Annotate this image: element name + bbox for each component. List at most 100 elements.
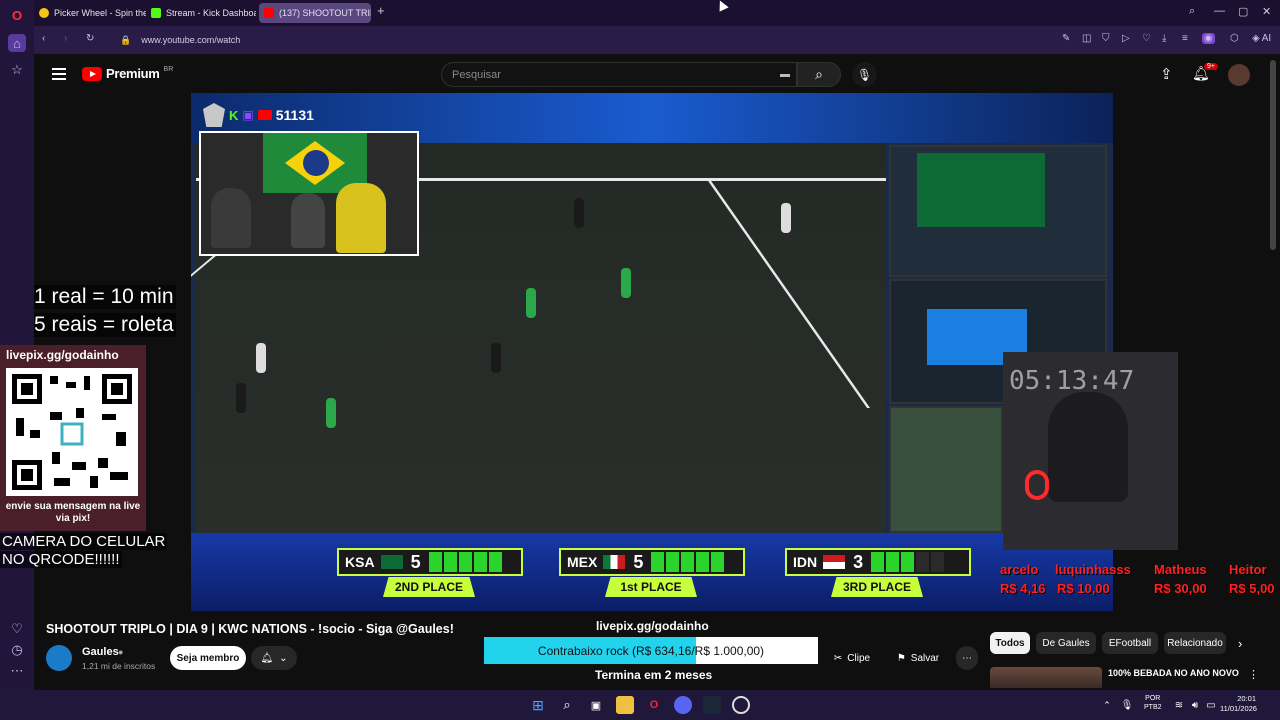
more-icon[interactable]: ⋯	[8, 662, 26, 680]
team-crest-icon	[203, 103, 225, 127]
play-icon[interactable]: ▷	[1122, 33, 1130, 44]
clip-button[interactable]: ✂ Clipe	[826, 646, 878, 670]
tray-chevron-icon[interactable]: ⌃	[1098, 696, 1116, 714]
clock-date: 11/01/2026	[1220, 704, 1257, 713]
tab-kick-dashboard[interactable]: Stream - Kick Dashboard	[146, 3, 256, 23]
maximize-button[interactable]: ▢	[1238, 5, 1248, 18]
clock[interactable]: 20:01 11/01/2026	[1220, 694, 1257, 714]
chip-de-gaules[interactable]: De Gaules	[1036, 632, 1096, 654]
bell-icon: 🔔︎	[260, 652, 274, 664]
language-indicator[interactable]: POR PTB2	[1144, 694, 1162, 712]
battery-icon[interactable]: ▭	[1202, 696, 1220, 714]
team-score: 5	[410, 551, 421, 572]
verified-icon: ●	[118, 647, 124, 657]
scissors-icon: ✂	[833, 652, 843, 664]
recommended-menu-icon[interactable]: ⋮	[1248, 668, 1259, 681]
windows-start-icon[interactable]: ⊞	[529, 696, 547, 714]
tab-youtube-active[interactable]: (137) SHOOTOUT TRIP	[259, 3, 371, 23]
voice-search-button[interactable]: 🎙	[852, 62, 877, 87]
upload-icon[interactable]: ⇪	[1160, 65, 1173, 83]
reload-icon[interactable]: ↻	[86, 33, 94, 44]
obs-icon[interactable]	[732, 696, 750, 714]
chip-all[interactable]: Todos	[990, 632, 1030, 654]
search-input[interactable]: Pesquisar ▬	[441, 62, 797, 87]
qr-code	[6, 368, 138, 496]
channel-name[interactable]: Gaules	[82, 646, 119, 658]
video-title: SHOOTOUT TRIPLO | DIA 9 | KWC NATIONS - …	[46, 622, 454, 636]
address-bar: ‹ › ↻ 🔒 www.youtube.com/watch ✎ ◫ ⛉ ▷ ♡ …	[34, 26, 1280, 54]
back-icon[interactable]: ‹	[42, 33, 45, 44]
extensions-icon[interactable]: ⬡	[1230, 33, 1239, 44]
profile-icon[interactable]: ◉	[1202, 33, 1215, 44]
star-icon[interactable]: ☆	[8, 61, 26, 79]
team-score: 3	[853, 551, 864, 572]
team-name: MEX	[567, 554, 598, 570]
recommended-thumbnail[interactable]	[990, 667, 1102, 688]
chip-relacionados[interactable]: Relacionado	[1164, 632, 1226, 654]
score-bar-segment	[901, 552, 915, 572]
streamer-camera: 05:13:47	[1003, 352, 1178, 550]
saudi-camera	[889, 145, 1107, 277]
chip-efootball[interactable]: EFootball	[1102, 632, 1158, 654]
heart-icon[interactable]: ♡	[8, 620, 26, 638]
scrollbar[interactable]	[1270, 60, 1276, 250]
livepix-qr-panel: livepix.gg/godainho envie sua mensagem n…	[0, 345, 146, 531]
overlay-roulette-text: 5 reais = roleta	[34, 313, 176, 337]
saudi-flag	[917, 153, 1045, 227]
new-tab-button[interactable]: +	[377, 3, 385, 18]
notifications-badge: 9+	[1204, 63, 1218, 70]
score-bar-segment	[696, 552, 710, 572]
camera-notice-line2: NO QRCODE!!!!!!	[0, 551, 122, 568]
chevron-down-icon: ⌄	[279, 652, 288, 664]
file-explorer-icon[interactable]	[616, 696, 634, 714]
discord-icon[interactable]	[674, 696, 692, 714]
player-figure	[621, 268, 631, 298]
join-button[interactable]: Seja membro	[170, 646, 246, 670]
avatar[interactable]	[1228, 64, 1250, 86]
search-button[interactable]: ⌕	[797, 62, 841, 87]
player-figure	[326, 398, 336, 428]
microphone-tray-icon[interactable]: 🎙	[1118, 696, 1136, 714]
donation-amount: R$ 30,00	[1154, 581, 1207, 596]
heart-icon[interactable]: ♡	[1142, 33, 1151, 44]
close-window-button[interactable]: ✕	[1262, 5, 1271, 18]
overlay-rate-text: 1 real = 10 min	[34, 285, 176, 309]
recommended-title[interactable]: 100% BEBADA NO ANO NOVO	[1108, 668, 1239, 678]
team-idn-score: IDN 3	[785, 548, 971, 576]
more-actions-icon[interactable]: ⋯	[956, 646, 978, 670]
home-icon[interactable]: ⌂	[8, 34, 26, 52]
ai-button[interactable]: ◈ AI	[1252, 33, 1271, 44]
history-icon[interactable]: ◷	[8, 641, 26, 659]
menu-icon[interactable]: ≡	[1182, 33, 1188, 44]
camera-icon[interactable]: ◫	[1082, 33, 1091, 44]
taskbar: ⊞ ⌕ ▣ O ⌃ 🎙 POR PTB2 ≋ 🔊︎ ▭ 20:01 11/01/…	[0, 690, 1280, 720]
score-bar-segment	[443, 552, 457, 572]
edit-icon[interactable]: ✎	[1062, 33, 1070, 44]
chevron-right-icon[interactable]: ›	[1238, 636, 1242, 651]
save-button[interactable]: ⚑ Salvar	[888, 646, 948, 670]
team-ksa-score: KSA 5	[337, 548, 523, 576]
search-tabs-icon[interactable]: ⌕	[1189, 5, 1195, 18]
steam-icon[interactable]	[703, 696, 721, 714]
video-player[interactable]: K ▣ 51131 KSA 5 2ND PLACE MEX 5 1st PLAC…	[191, 93, 1113, 611]
opera-logo-icon[interactable]: O	[8, 6, 26, 24]
task-view-icon[interactable]: ▣	[587, 696, 605, 714]
keyboard-icon[interactable]: ▬	[780, 69, 790, 80]
tab-picker-wheel[interactable]: Picker Wheel - Spin the W	[34, 3, 146, 23]
team-name: IDN	[793, 554, 818, 570]
goal-ends: Termina em 2 meses	[595, 668, 713, 682]
channel-avatar[interactable]	[46, 645, 72, 671]
hamburger-menu-icon[interactable]	[52, 68, 66, 80]
minimize-button[interactable]: —	[1214, 5, 1225, 17]
url-field[interactable]: 🔒 www.youtube.com/watch	[120, 30, 1050, 50]
download-icon[interactable]: ⤓	[1162, 33, 1166, 44]
youtube-premium-logo[interactable]: Premium BR	[82, 66, 173, 81]
subscribe-notifications-button[interactable]: 🔔︎ ⌄	[251, 646, 297, 670]
shield-icon[interactable]: ⛉	[1102, 33, 1110, 44]
forward-icon[interactable]: ›	[64, 33, 67, 44]
tab-bar: Picker Wheel - Spin the W Stream - Kick …	[34, 0, 1280, 26]
player-figure	[781, 203, 791, 233]
player-figure	[574, 198, 584, 228]
opera-icon[interactable]: O	[645, 696, 663, 714]
search-icon[interactable]: ⌕	[558, 696, 576, 714]
